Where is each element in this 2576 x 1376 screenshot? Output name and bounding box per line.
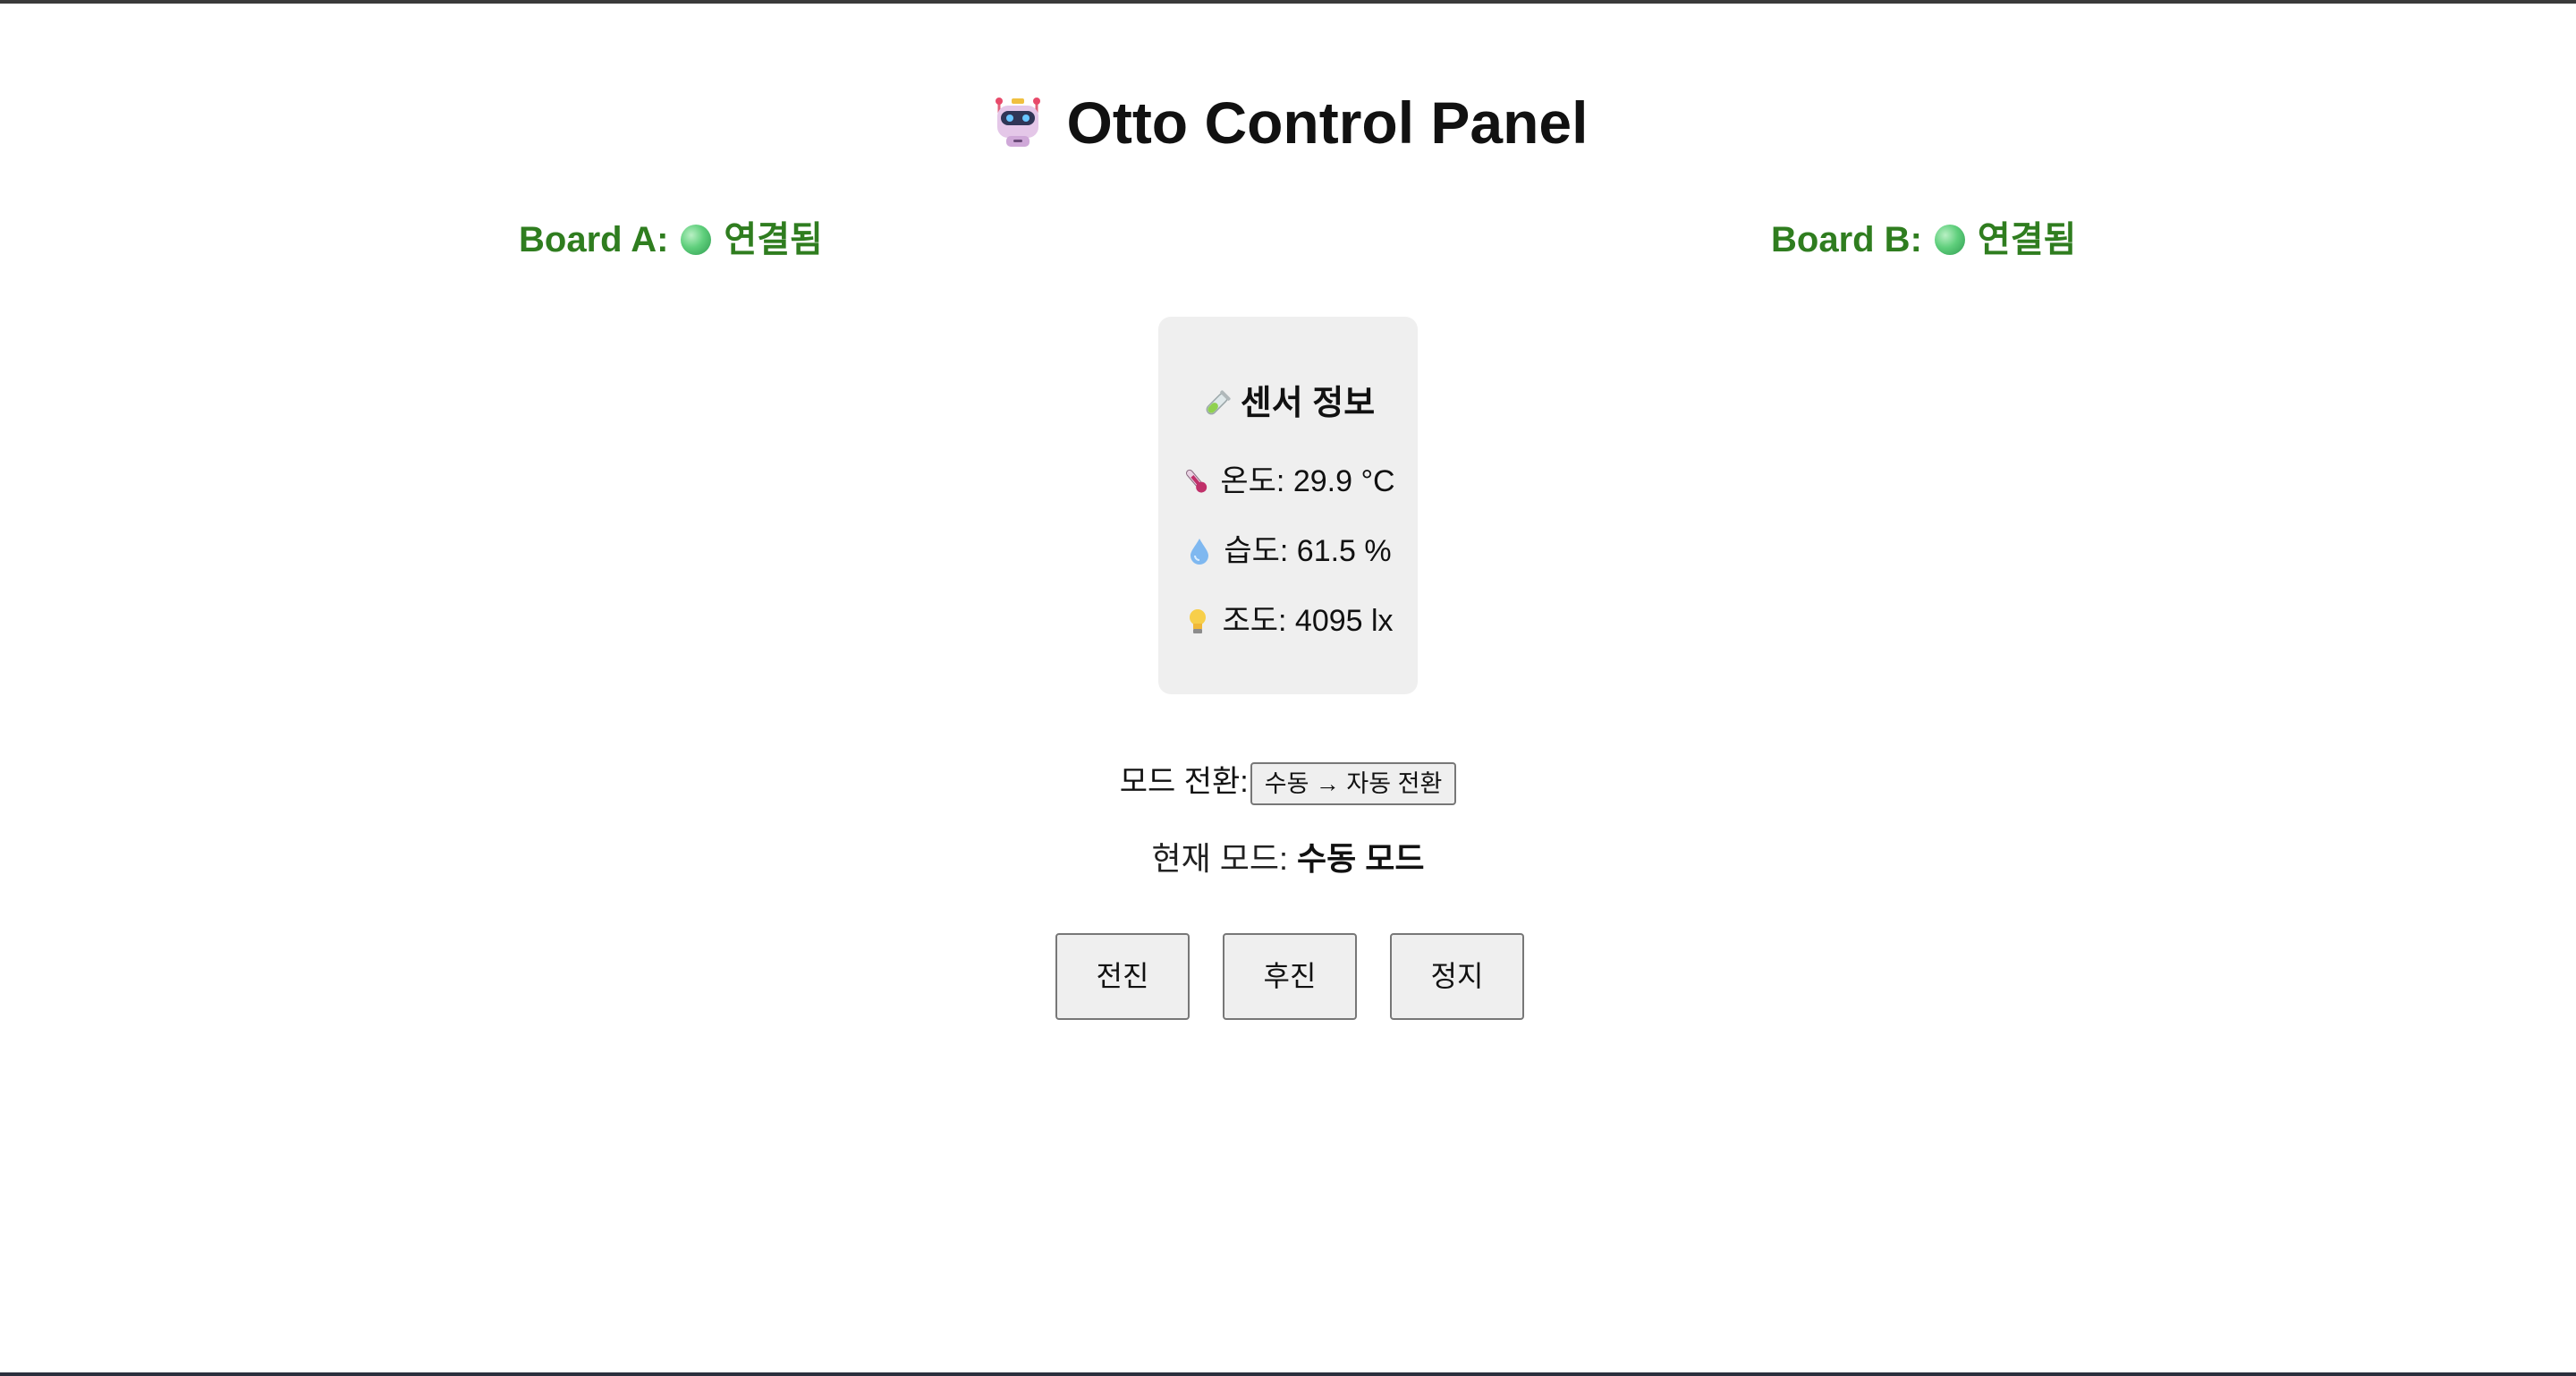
board-b-status-text: 연결됨 <box>1977 220 2077 259</box>
page-title: Otto Control Panel <box>0 82 2576 163</box>
humidity-text: 습도: 61.5 % <box>1224 534 1392 568</box>
green-circle-icon <box>681 225 712 255</box>
illuminance-reading: 조도: 4095 lx <box>1158 601 1418 641</box>
motion-controls: 전진 후진 정지 <box>1055 933 1524 1020</box>
test-tube-icon <box>1201 386 1232 417</box>
window-bottom-border <box>0 1372 2576 1376</box>
board-b-label: Board B: <box>1771 220 1922 259</box>
illuminance-text: 조도: 4095 lx <box>1222 604 1394 638</box>
stop-button[interactable]: 정지 <box>1390 933 1524 1020</box>
forward-button[interactable]: 전진 <box>1055 933 1190 1020</box>
robot-icon <box>988 89 1047 149</box>
board-a-label: Board A: <box>519 220 669 259</box>
mode-switch-row: 모드 전환: 수동 → 자동 전환 <box>0 759 2576 806</box>
sensor-title-text: 센서 정보 <box>1240 385 1376 422</box>
humidity-reading: 습도: 61.5 % <box>1158 531 1418 571</box>
green-circle-icon <box>1934 225 1965 255</box>
thermometer-icon <box>1181 466 1211 497</box>
mode-toggle-button[interactable]: 수동 → 자동 전환 <box>1250 762 1457 806</box>
sensor-title: 센서 정보 <box>1158 381 1418 426</box>
board-a-status-text: 연결됨 <box>724 220 823 259</box>
current-mode-row: 현재 모드: 수동 모드 <box>0 836 2576 882</box>
current-mode-value: 수동 모드 <box>1297 840 1425 877</box>
board-a-status: Board A: 연결됨 <box>519 213 823 267</box>
control-panel-page: Otto Control Panel Board A: 연결됨 Board B: 연… <box>0 0 2576 1376</box>
current-mode-label: 현재 모드: <box>1151 840 1288 877</box>
temperature-reading: 온도: 29.9 °C <box>1158 462 1418 501</box>
backward-button[interactable]: 후진 <box>1223 933 1357 1020</box>
mode-switch-label: 모드 전환: <box>1119 765 1249 799</box>
temperature-text: 온도: 29.9 °C <box>1220 464 1395 498</box>
light-bulb-icon <box>1182 606 1213 636</box>
droplet-icon <box>1184 536 1215 566</box>
board-b-status: Board B: 연결됨 <box>1771 213 2076 267</box>
page-title-text: Otto Control Panel <box>1066 89 1589 156</box>
